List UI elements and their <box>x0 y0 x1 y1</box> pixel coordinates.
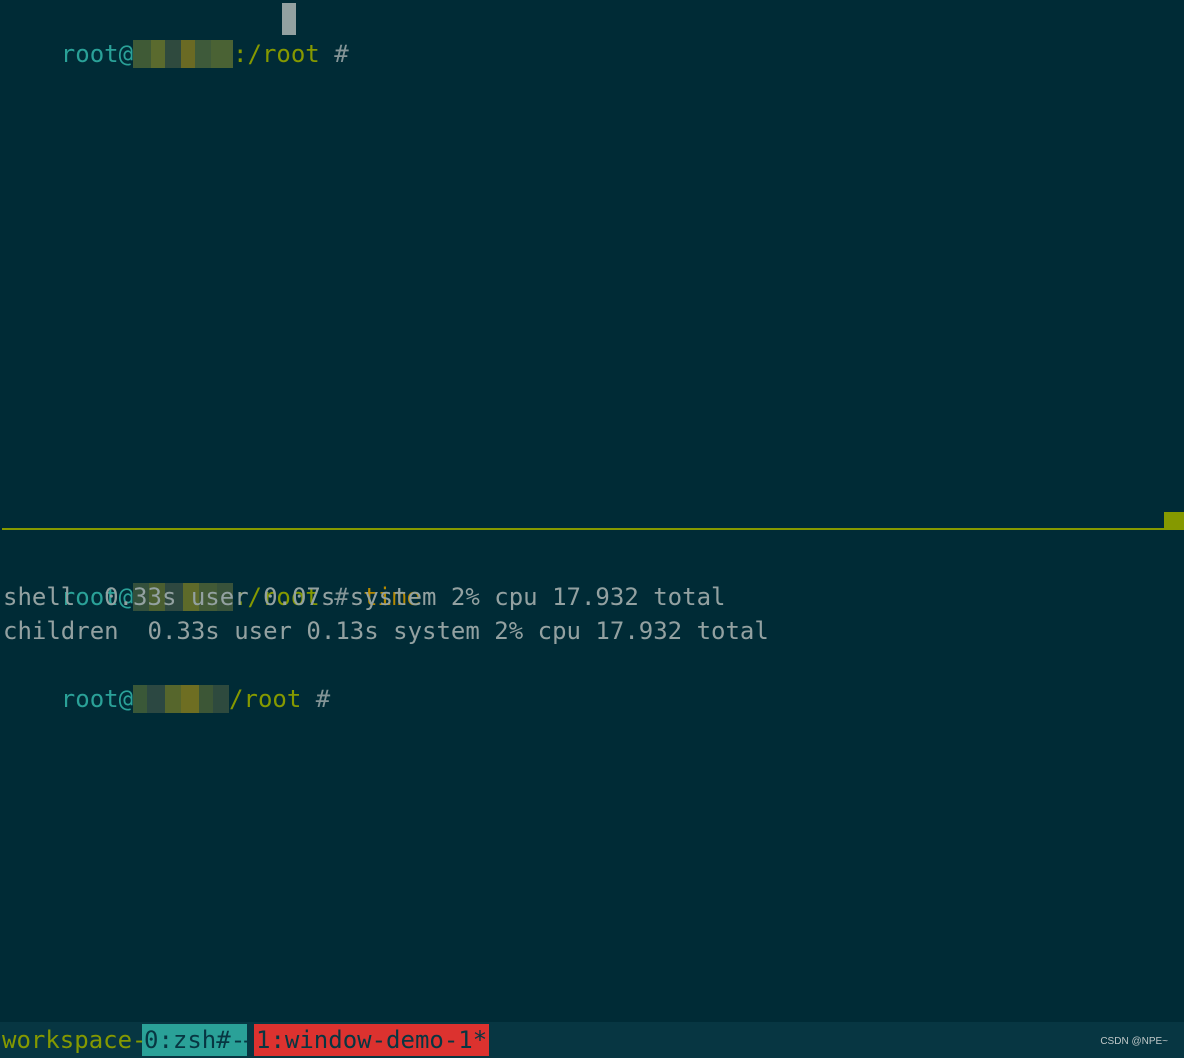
bottom-pane[interactable]: root@:/root # time shell 0.33s user 0.07… <box>0 530 1184 1020</box>
watermark: CSDN @NPE~ <box>1100 1036 1168 1047</box>
top-pane[interactable]: root@ :/root # <box>0 0 1184 528</box>
prompt-symbol: # <box>319 40 364 68</box>
tmux-status-bar: workspace- 0:zsh#- - 1:window-demo-1* <box>0 1022 1184 1058</box>
prompt-path: :/root <box>233 40 320 68</box>
redacted-hostname <box>133 685 230 713</box>
window-tab-0[interactable]: 0:zsh#- <box>142 1024 248 1056</box>
prompt-user: root@ <box>60 685 134 713</box>
shell-prompt-line: root@:/root # time <box>3 546 421 611</box>
prompt-path: /root <box>229 685 302 713</box>
command-output-line: children 0.33s user 0.13s system 2% cpu … <box>3 617 769 645</box>
prompt-user: root@ <box>60 40 134 68</box>
shell-prompt-line: root@ :/root # <box>3 3 363 68</box>
prompt-symbol: # <box>301 685 345 713</box>
redacted-hostname <box>133 40 234 68</box>
session-name: workspace- <box>2 1026 147 1054</box>
window-tab-1[interactable]: 1:window-demo-1* <box>254 1024 490 1056</box>
terminal-cursor <box>282 3 296 35</box>
shell-prompt-line: root@ /root # <box>3 648 345 713</box>
window-separator: - <box>240 1026 255 1054</box>
command-output-line: shell 0.33s user 0.07s system 2% cpu 17.… <box>3 583 726 611</box>
